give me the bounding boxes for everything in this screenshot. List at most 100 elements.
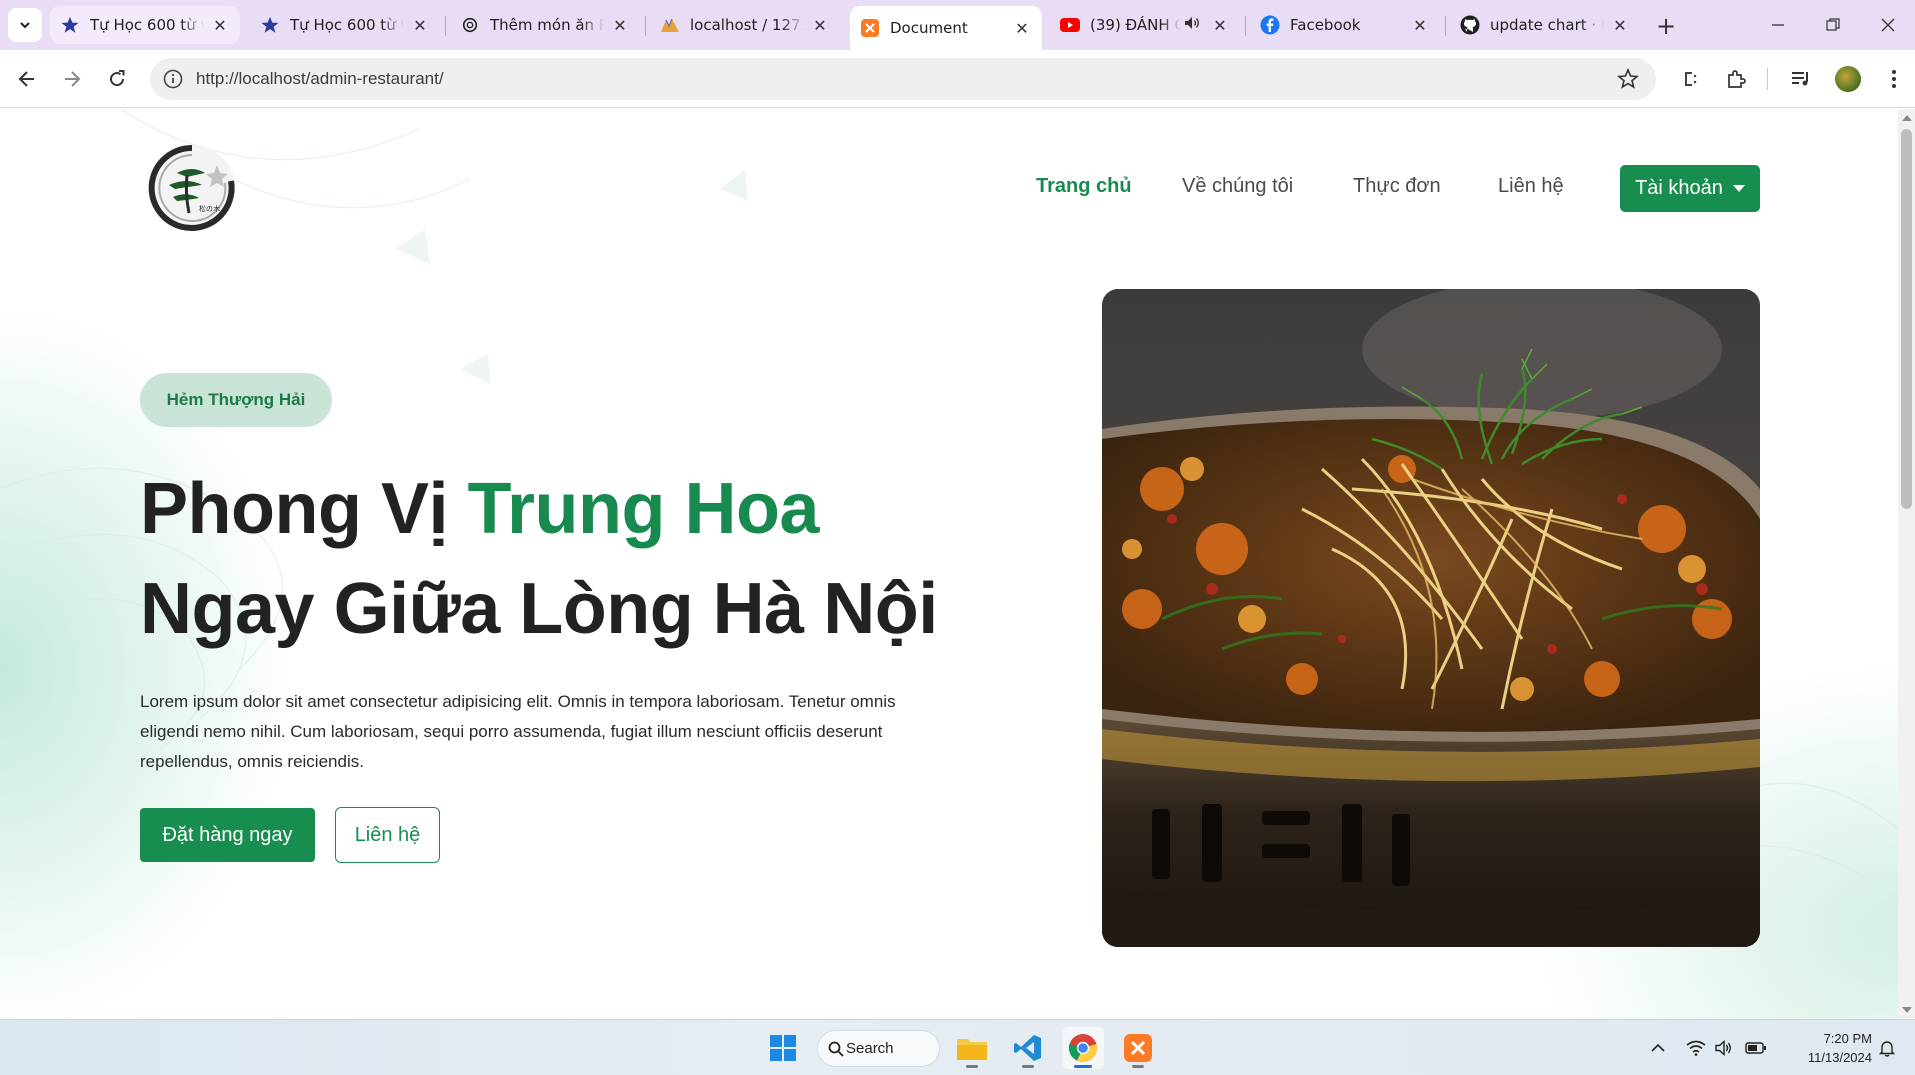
windows-taskbar: Search 7:20 PM 11/13/2024 — [0, 1019, 1915, 1075]
close-icon[interactable]: ✕ — [610, 15, 630, 35]
file-explorer-button[interactable] — [951, 1027, 993, 1069]
restaurant-logo[interactable]: 松の木 — [147, 143, 237, 233]
vscode-button[interactable] — [1007, 1027, 1049, 1069]
notifications-button[interactable] — [1876, 1037, 1898, 1059]
contact-button[interactable]: Liên hệ — [335, 807, 440, 863]
site-info-icon[interactable] — [162, 68, 184, 90]
vscode-icon — [1014, 1035, 1041, 1061]
arrow-left-icon — [18, 71, 34, 87]
wifi-status[interactable] — [1685, 1037, 1707, 1059]
running-indicator — [966, 1065, 978, 1068]
running-indicator — [1132, 1065, 1144, 1068]
nav-contact-link[interactable]: Liên hệ — [1498, 175, 1564, 198]
tab-title: Tự Học 600 từ vựng — [290, 16, 404, 34]
windows-logo-icon — [770, 1035, 796, 1061]
xampp-icon — [860, 18, 880, 38]
battery-status[interactable] — [1745, 1037, 1767, 1059]
tab-title: localhost / 127.0.0.1 — [690, 16, 804, 34]
nav-home-link[interactable]: Trang chủ — [1036, 175, 1132, 198]
search-icon — [828, 1041, 844, 1057]
chevron-up-icon — [1651, 1043, 1665, 1052]
hero-title: Phong Vị Trung Hoa Ngay Giữa Lòng Hà Nội — [140, 459, 938, 659]
folder-icon — [957, 1039, 987, 1060]
tab-separator — [1445, 16, 1446, 36]
clock-date: 11/13/2024 — [1807, 1050, 1872, 1065]
tab-tu-hoc-2[interactable]: Tự Học 600 từ vựng ✕ — [250, 6, 440, 44]
bookmark-star-icon[interactable] — [1616, 67, 1640, 91]
chevron-down-icon — [20, 22, 30, 29]
tab-separator — [645, 16, 646, 36]
close-icon[interactable]: ✕ — [810, 15, 830, 35]
close-icon[interactable]: ✕ — [210, 15, 230, 35]
bell-icon — [1878, 1041, 1896, 1057]
close-icon[interactable]: ✕ — [1210, 15, 1230, 35]
taskbar-search-label: Search — [846, 1040, 894, 1057]
new-tab-button[interactable]: + — [1651, 11, 1681, 41]
profile-avatar[interactable] — [1835, 66, 1861, 92]
battery-icon — [1745, 1042, 1766, 1054]
arrow-right-icon — [65, 71, 81, 87]
volume-status[interactable] — [1713, 1037, 1735, 1059]
scrollbar-thumb[interactable] — [1901, 129, 1912, 509]
address-bar[interactable]: http://localhost/admin-restaurant/ — [150, 58, 1656, 100]
speaker-icon[interactable] — [1184, 16, 1204, 34]
phpmyadmin-icon — [660, 15, 680, 35]
scroll-up-icon[interactable] — [1902, 115, 1912, 121]
close-icon[interactable]: ✕ — [410, 15, 430, 35]
nav-about-link[interactable]: Về chúng tôi — [1182, 175, 1293, 198]
back-button[interactable] — [9, 61, 45, 97]
close-icon[interactable]: ✕ — [1610, 15, 1630, 35]
tab-title: Tự Học 600 từ vựng — [90, 16, 204, 34]
nav-menu-link[interactable]: Thực đơn — [1353, 175, 1441, 198]
tab-tu-hoc-1[interactable]: Tự Học 600 từ vựng ✕ — [50, 6, 240, 44]
browser-menu-button[interactable] — [1880, 65, 1908, 93]
xampp-icon — [1124, 1034, 1152, 1062]
tab-them-mon-an[interactable]: Thêm món ăn PHP ✕ — [450, 6, 640, 44]
toolbar-divider — [1767, 68, 1768, 90]
extensions-button[interactable] — [1722, 65, 1750, 93]
tab-facebook[interactable]: Facebook ✕ — [1250, 6, 1440, 44]
taskbar-clock[interactable]: 7:20 PM 11/13/2024 — [1780, 1029, 1872, 1067]
hero-title-line1: Phong Vị Trung Hoa — [140, 459, 938, 559]
account-dropdown-button[interactable]: Tài khoản — [1620, 165, 1760, 212]
tab-document[interactable]: Document ✕ — [850, 6, 1042, 50]
chrome-button[interactable] — [1062, 1027, 1104, 1069]
forward-button[interactable] — [54, 61, 90, 97]
close-window-button[interactable] — [1872, 10, 1904, 40]
xampp-button[interactable] — [1117, 1027, 1159, 1069]
tab-search-button[interactable] — [8, 8, 42, 42]
browser-toolbar: http://localhost/admin-restaurant/ — [0, 50, 1915, 108]
hero-title-accent: Trung Hoa — [467, 469, 819, 549]
media-control-button[interactable] — [1787, 65, 1815, 93]
running-indicator — [1022, 1065, 1034, 1068]
start-button[interactable] — [762, 1027, 804, 1069]
taskbar-search[interactable]: Search — [817, 1030, 940, 1067]
url-text[interactable]: http://localhost/admin-restaurant/ — [196, 69, 444, 89]
minimize-button[interactable] — [1762, 10, 1794, 40]
tab-github[interactable]: update chart · ha ✕ — [1450, 6, 1640, 44]
tab-phpmyadmin[interactable]: localhost / 127.0.0.1 ✕ — [650, 6, 840, 44]
reload-button[interactable] — [99, 61, 135, 97]
close-icon[interactable]: ✕ — [1410, 15, 1430, 35]
extension-icon[interactable] — [1676, 65, 1704, 93]
wifi-icon — [1686, 1040, 1706, 1056]
tab-youtube[interactable]: (39) ĐÁNH C ✕ — [1050, 6, 1240, 44]
scroll-down-icon[interactable] — [1902, 1007, 1912, 1013]
puzzle-icon — [1728, 70, 1746, 88]
tab-separator — [445, 16, 446, 36]
chrome-icon — [1068, 1034, 1098, 1062]
github-icon — [1460, 15, 1480, 35]
browser-tab-strip: Tự Học 600 từ vựng ✕ Tự Học 600 từ vựng … — [0, 0, 1915, 50]
restore-button[interactable] — [1817, 10, 1849, 40]
facebook-icon — [1260, 15, 1280, 35]
show-hidden-icons-button[interactable] — [1647, 1037, 1669, 1059]
close-icon[interactable]: ✕ — [1012, 18, 1032, 38]
hero-title-part1: Phong Vị — [140, 469, 468, 549]
speaker-icon — [1715, 1040, 1731, 1056]
hero-title-line2: Ngay Giữa Lòng Hà Nội — [140, 569, 938, 649]
page-scrollbar[interactable] — [1898, 109, 1915, 1019]
hero-description: Lorem ipsum dolor sit amet consectetur a… — [140, 692, 896, 771]
caret-down-icon — [1732, 185, 1745, 192]
order-now-button[interactable]: Đặt hàng ngay — [140, 808, 315, 862]
restaurant-home-page: 松の木 Trang chủ Về chúng tôi Thực đơn Liên… — [0, 109, 1898, 1019]
